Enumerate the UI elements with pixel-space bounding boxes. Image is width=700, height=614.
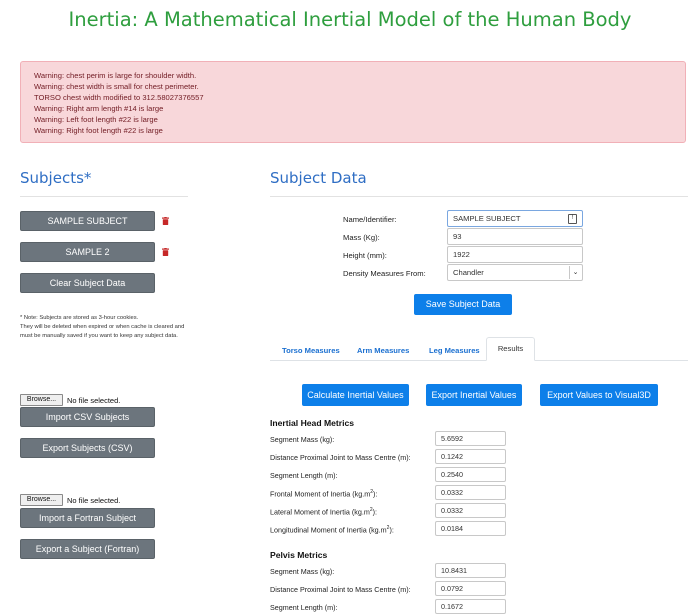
head-frontal-moment-field[interactable]: 0.0332 bbox=[435, 485, 506, 500]
subject-button-sample-subject[interactable]: SAMPLE SUBJECT bbox=[20, 211, 155, 231]
pelvis-segment-length-label: Segment Length (m): bbox=[270, 603, 338, 612]
warning-line: Warning: Left foot length #22 is large bbox=[34, 115, 158, 124]
density-select[interactable]: Chandler ⌄ bbox=[447, 264, 583, 281]
pelvis-segment-mass-field[interactable]: 10.8431 bbox=[435, 563, 506, 578]
warning-line: Warning: Right arm length #14 is large bbox=[34, 104, 164, 113]
head-distance-label: Distance Proximal Joint to Mass Centre (… bbox=[270, 453, 411, 462]
import-csv-subjects-button[interactable]: Import CSV Subjects bbox=[20, 407, 155, 427]
tab-bar-border bbox=[270, 360, 688, 361]
cookie-note-line: * Note: Subjects are stored as 3-hour co… bbox=[20, 315, 139, 321]
density-value: Chandler bbox=[453, 268, 484, 277]
browse-fortran-button[interactable]: Browse... bbox=[20, 494, 63, 506]
warning-line: Warning: chest width is small for chest … bbox=[34, 82, 199, 91]
trash-icon[interactable] bbox=[162, 217, 169, 225]
export-subjects-csv-button[interactable]: Export Subjects (CSV) bbox=[20, 438, 155, 458]
warning-line: Warning: chest perim is large for should… bbox=[34, 71, 197, 80]
divider bbox=[270, 196, 688, 197]
calculate-inertial-values-button[interactable]: Calculate Inertial Values bbox=[302, 384, 409, 406]
divider bbox=[20, 196, 188, 197]
head-metrics-heading: Inertial Head Metrics bbox=[270, 418, 355, 428]
clear-subject-data-button[interactable]: Clear Subject Data bbox=[20, 273, 155, 293]
import-fortran-subject-button[interactable]: Import a Fortran Subject bbox=[20, 508, 155, 528]
tab-leg-measures[interactable]: Leg Measures bbox=[429, 346, 480, 355]
cookie-note-line: must be manually saved if you want to ke… bbox=[20, 333, 178, 339]
page-title: Inertia: A Mathematical Inertial Model o… bbox=[68, 8, 632, 31]
save-subject-data-button[interactable]: Save Subject Data bbox=[414, 294, 512, 315]
head-segment-mass-label: Segment Mass (kg): bbox=[270, 435, 335, 444]
warning-line: TORSO chest width modified to 312.580273… bbox=[34, 93, 204, 102]
cookie-note-line: They will be deleted when expired or whe… bbox=[20, 324, 185, 330]
export-inertial-values-button[interactable]: Export Inertial Values bbox=[426, 384, 522, 406]
mass-label: Mass (Kg): bbox=[343, 233, 380, 242]
export-fortran-subject-button[interactable]: Export a Subject (Fortran) bbox=[20, 539, 155, 559]
head-lateral-moment-label: Lateral Moment of Inertia (kg.m2): bbox=[270, 507, 378, 517]
height-label: Height (mm): bbox=[343, 251, 387, 260]
density-label: Density Measures From: bbox=[343, 269, 426, 278]
head-distance-field[interactable]: 0.1242 bbox=[435, 449, 506, 464]
tab-results[interactable]: Results bbox=[486, 337, 535, 361]
no-file-selected-label: No file selected. bbox=[67, 496, 121, 505]
name-input[interactable]: SAMPLE SUBJECT ! bbox=[447, 210, 583, 227]
autofill-icon[interactable]: ! bbox=[568, 214, 577, 224]
head-segment-length-label: Segment Length (m): bbox=[270, 471, 338, 480]
head-segment-mass-field[interactable]: 5.6592 bbox=[435, 431, 506, 446]
warning-alert: Warning: chest perim is large for should… bbox=[20, 61, 686, 143]
trash-icon[interactable] bbox=[162, 248, 169, 256]
mass-input[interactable]: 93 bbox=[447, 228, 583, 245]
height-input[interactable]: 1922 bbox=[447, 246, 583, 263]
head-frontal-moment-label: Frontal Moment of Inertia (kg.m2): bbox=[270, 489, 378, 499]
warning-line: Warning: Right foot length #22 is large bbox=[34, 126, 163, 135]
pelvis-segment-mass-label: Segment Mass (kg): bbox=[270, 567, 335, 576]
head-longitudinal-moment-label: Longitudinal Moment of Inertia (kg.m2): bbox=[270, 525, 394, 535]
name-label: Name/Identifier: bbox=[343, 215, 397, 224]
pelvis-distance-field[interactable]: 0.0792 bbox=[435, 581, 506, 596]
head-longitudinal-moment-field[interactable]: 0.0184 bbox=[435, 521, 506, 536]
chevron-down-icon: ⌄ bbox=[569, 266, 581, 279]
subject-button-sample-2[interactable]: SAMPLE 2 bbox=[20, 242, 155, 262]
export-visual3d-button[interactable]: Export Values to Visual3D bbox=[540, 384, 658, 406]
tab-arm-measures[interactable]: Arm Measures bbox=[357, 346, 409, 355]
head-segment-length-field[interactable]: 0.2540 bbox=[435, 467, 506, 482]
browse-csv-button[interactable]: Browse... bbox=[20, 394, 63, 406]
no-file-selected-label: No file selected. bbox=[67, 396, 121, 405]
pelvis-metrics-heading: Pelvis Metrics bbox=[270, 550, 328, 560]
head-lateral-moment-field[interactable]: 0.0332 bbox=[435, 503, 506, 518]
pelvis-distance-label: Distance Proximal Joint to Mass Centre (… bbox=[270, 585, 411, 594]
subject-data-heading: Subject Data bbox=[270, 169, 367, 187]
name-value: SAMPLE SUBJECT bbox=[453, 214, 521, 223]
subjects-heading: Subjects* bbox=[20, 169, 92, 187]
tab-torso-measures[interactable]: Torso Measures bbox=[282, 346, 340, 355]
